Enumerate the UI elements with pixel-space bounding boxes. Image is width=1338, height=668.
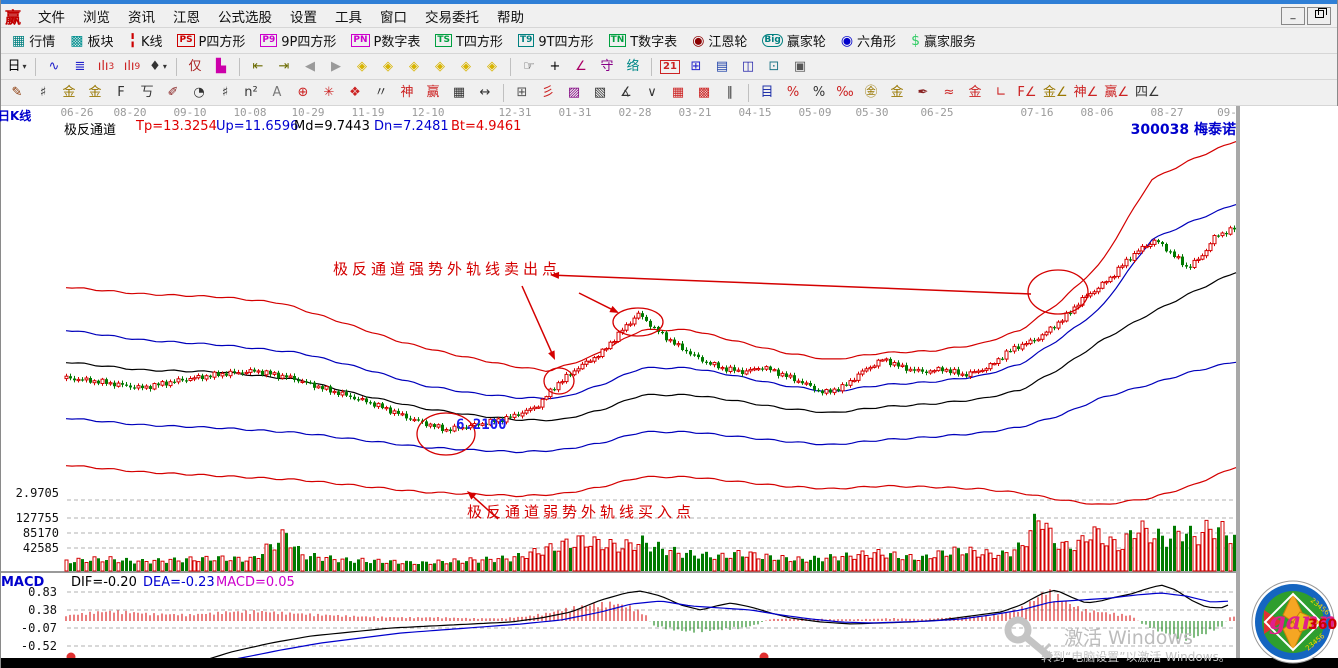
indicator-value-3: Dn=7.2481 [374, 119, 449, 134]
stock-code: 300038 [1131, 122, 1189, 138]
macd-axis-label: 0.38 [1, 603, 57, 617]
date-tick: 05-09 [798, 106, 831, 119]
macd-axis-label: -0.07 [1, 621, 57, 635]
sell-annotation: 极反通道强势外轨线卖出点 [333, 258, 561, 279]
indicator-value-2: Md=9.7443 [294, 119, 370, 134]
date-tick: 04-15 [738, 106, 771, 119]
volume-axis-label: 85170 [1, 526, 59, 540]
indicator-value-1: Up=11.6596 [216, 119, 298, 134]
date-tick: 12-31 [498, 106, 531, 119]
date-tick: 06-25 [920, 106, 953, 119]
volume-axis-label: 127755 [1, 511, 59, 525]
price-tag: 6.2100 [456, 417, 507, 433]
date-tick: 07-16 [1020, 106, 1053, 119]
date-tick: 02-28 [618, 106, 651, 119]
macd-label: MACD [1, 575, 44, 590]
date-tick: 03-21 [678, 106, 711, 119]
buy-annotation: 极反通道弱势外轨线买入点 [467, 501, 695, 522]
macd-header: MACD DIF=-0.20 DEA=-0.23 MACD=0.05 [1, 575, 601, 590]
chart-graphics [1, 0, 1338, 668]
date-tick: 05-30 [855, 106, 888, 119]
date-tick: 08-06 [1080, 106, 1113, 119]
indicator-value-0: Tp=13.3254 [136, 119, 217, 134]
date-tick: 09-17 [1217, 106, 1237, 119]
macd-axis-label: -0.52 [1, 639, 57, 653]
price-axis-label: 2.9705 [1, 486, 59, 500]
date-tick: 09-10 [173, 106, 206, 119]
date-tick: 10-08 [233, 106, 266, 119]
volume-axis-label: 42585 [1, 541, 59, 555]
indicator-name: 极反通道 [64, 119, 116, 138]
stock-label: 300038 梅泰诺 [1131, 119, 1236, 139]
windows-watermark-line2: 转到“电脑设置”以激活 Windows。 [1041, 648, 1231, 665]
macd-macd-value: MACD=0.05 [216, 575, 295, 590]
date-tick: 10-29 [291, 106, 324, 119]
date-tick: 12-10 [411, 106, 444, 119]
date-tick: 08-20 [113, 106, 146, 119]
windows-watermark-line1: 激活 Windows [1064, 623, 1193, 650]
date-tick: 11-19 [351, 106, 384, 119]
date-axis: 06-26 08-20 09-10 10-08 10-29 11-19 12-10 12-31… [1, 106, 1239, 119]
indicator-header: 极反通道 Tp=13.3254Up=11.6596Md=9.7443 Dn=7.2… [1, 119, 1238, 135]
macd-dif-value: DIF=-0.20 [71, 575, 137, 590]
macd-dea-value: DEA=-0.23 [143, 575, 215, 590]
stock-name: 梅泰诺 [1194, 122, 1236, 138]
date-tick: 06-26 [60, 106, 93, 119]
indicator-value-4: Bt=4.9461 [451, 119, 521, 134]
date-tick: 08-27 [1150, 106, 1183, 119]
date-tick: 01-31 [558, 106, 591, 119]
gann360-logo: gann3602345623456 [1248, 579, 1338, 667]
app-window: 赢 文件浏览资讯江恩公式选股设置工具窗口交易委托帮助 _ ▦行情▩板块╏K线PS… [0, 0, 1338, 668]
logo-text-360: 360 [1308, 617, 1337, 633]
